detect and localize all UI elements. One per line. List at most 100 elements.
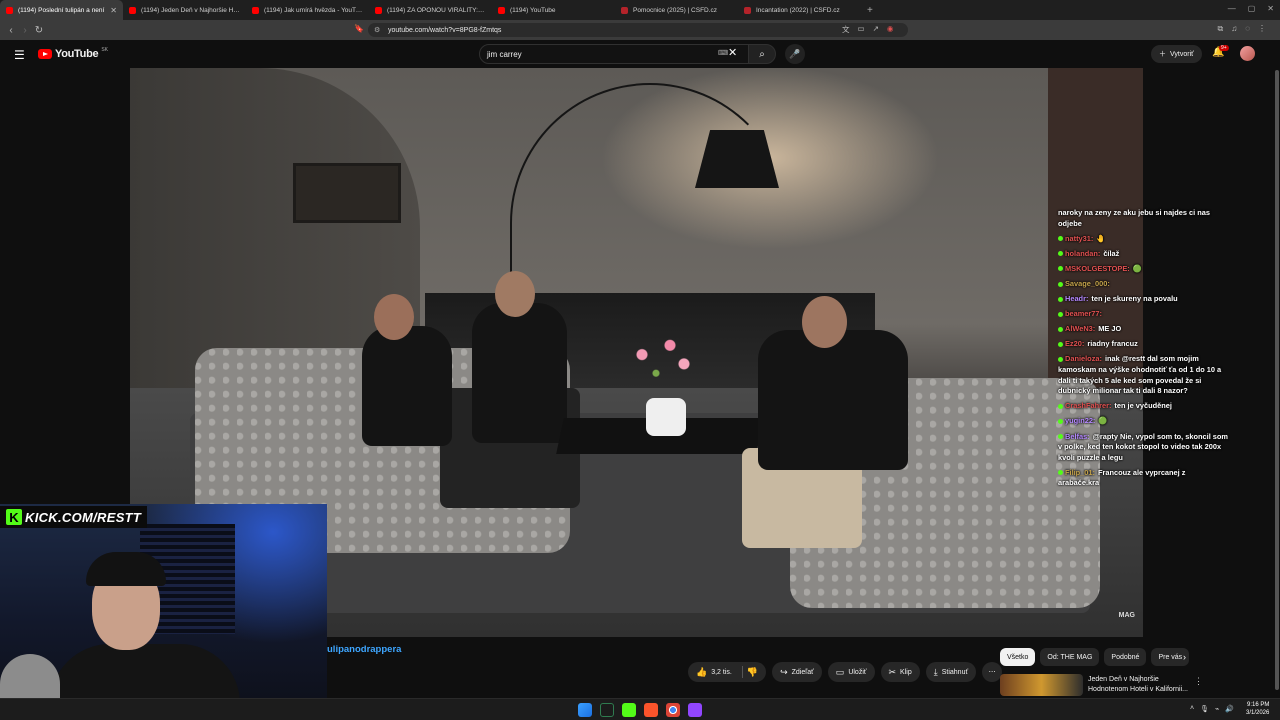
- search-button[interactable]: ⌕: [748, 44, 776, 64]
- volume-icon[interactable]: 🔊: [1225, 705, 1234, 713]
- minimize-icon[interactable]: —: [1228, 4, 1236, 13]
- close-tab-icon[interactable]: ✕: [110, 6, 117, 15]
- browser-tab[interactable]: Pomocnice (2025) | ČSFD.cz: [615, 0, 738, 20]
- search-input[interactable]: jim carrey: [479, 44, 749, 64]
- video-scene-host: [758, 330, 908, 470]
- stream-chat-overlay: naroky na zeny ze aku jebu si najdes ci …: [1058, 208, 1228, 493]
- back-icon[interactable]: ‹: [4, 25, 18, 36]
- chat-message: MSKOLGESTOPE: 🟢: [1058, 264, 1228, 275]
- plus-icon: ＋: [1159, 51, 1166, 58]
- windows-start-icon[interactable]: [578, 703, 592, 717]
- filter-chip[interactable]: Podobné: [1104, 648, 1147, 666]
- windows-taskbar: ˄ 🎙 ⌁ 🔊 9:16 PM 3/1/2026: [0, 698, 1280, 720]
- profile-icon[interactable]: ◌: [1245, 24, 1250, 34]
- chat-username: beamer77:: [1065, 309, 1102, 319]
- chat-username: yugin22:: [1065, 416, 1096, 426]
- chat-badge-icon: [1058, 281, 1063, 287]
- new-tab-icon[interactable]: +: [867, 5, 873, 16]
- share-page-icon[interactable]: ↗: [873, 24, 879, 35]
- chat-badge-icon: [1058, 251, 1063, 257]
- browser-tab[interactable]: (1194) Jeden Deň v Najhoršie Hodnot: [123, 0, 246, 20]
- brave-browser-icon[interactable]: [644, 703, 658, 717]
- clear-search-icon[interactable]: ✕: [728, 46, 737, 59]
- like-button[interactable]: 👍 3,2 tis. 👎: [688, 662, 767, 682]
- download-button[interactable]: ⤓ Stiahnuť: [925, 662, 977, 682]
- tab-title: (1194) Jeden Deň v Najhoršie Hodnot: [141, 6, 240, 14]
- browser-tab[interactable]: (1194) YouTube: [492, 0, 615, 20]
- browser-tab[interactable]: (1194) ZA OPONOU VIRALITY: MEJŠ: [369, 0, 492, 20]
- browser-tab[interactable]: (1194) Jak umírá hvězda - YouTube: [246, 0, 369, 20]
- keyboard-icon[interactable]: ⌨: [718, 49, 728, 57]
- extension-icon[interactable]: ◉: [887, 24, 894, 35]
- mic-icon: 🎤: [789, 48, 801, 59]
- twitch-icon[interactable]: [688, 703, 702, 717]
- maximize-icon[interactable]: ▢: [1248, 4, 1256, 13]
- chat-message: Savage_000:: [1058, 279, 1228, 290]
- kick-logo-icon: K: [6, 509, 22, 525]
- chevron-right-icon[interactable]: ›: [1183, 652, 1186, 662]
- excel-icon[interactable]: [600, 703, 614, 717]
- youtube-favicon-icon: [252, 6, 259, 14]
- browser-tab[interactable]: (1194) Poslední tulipán a není ✕: [0, 0, 123, 20]
- chat-badge-icon: [1058, 470, 1063, 476]
- youtube-play-icon: [38, 49, 52, 59]
- chat-username: Filip_01:: [1065, 467, 1095, 477]
- page-scrollbar-thumb[interactable]: [1275, 70, 1279, 690]
- reload-icon[interactable]: ↻: [32, 25, 46, 36]
- chat-username: CrashFahrer:: [1065, 401, 1112, 411]
- taskbar-clock[interactable]: 9:16 PM 3/1/2026: [1246, 701, 1269, 717]
- tray-chevron-icon[interactable]: ˄: [1190, 705, 1194, 713]
- mic-tray-icon[interactable]: 🎙: [1200, 705, 1209, 713]
- chat-username: Savage_000:: [1065, 278, 1110, 288]
- create-button[interactable]: ＋ Vytvoriť: [1151, 45, 1202, 63]
- chrome-icon[interactable]: [666, 703, 680, 717]
- recommended-more-icon[interactable]: ⋮: [1194, 676, 1203, 687]
- hamburger-menu-icon[interactable]: ☰: [14, 48, 25, 62]
- media-icon[interactable]: ♫: [1231, 24, 1237, 34]
- address-bar[interactable]: ⚙ youtube.com/watch?v=8PG8-fZmtqs: [368, 23, 908, 37]
- filter-chip[interactable]: Všetko: [1000, 648, 1036, 666]
- close-window-icon[interactable]: ✕: [1267, 4, 1274, 13]
- chat-badge-icon: [1058, 311, 1063, 317]
- cast-icon[interactable]: ▭: [858, 24, 865, 35]
- voice-search-button[interactable]: 🎤: [785, 44, 805, 64]
- browser-tab[interactable]: Incantation (2022) | ČSFD.cz: [738, 0, 861, 20]
- browser-tab-strip: (1194) Poslední tulipán a není ✕ (1194) Je…: [0, 0, 1280, 20]
- translate-icon[interactable]: 文: [842, 24, 850, 35]
- channel-name-link[interactable]: ulipanodrappera: [327, 644, 401, 655]
- filter-chip[interactable]: Od: THE MAG: [1040, 648, 1100, 666]
- recommended-thumbnail[interactable]: [1000, 674, 1083, 696]
- recommended-title[interactable]: Jeden Deň v Najhoršie Hodnotenom Hoteli …: [1088, 675, 1190, 695]
- chat-text: 🟢: [1098, 416, 1108, 426]
- clip-button[interactable]: ✂ Klip: [880, 662, 920, 682]
- green-app-icon[interactable]: [622, 703, 636, 717]
- chat-text: čílaž: [1103, 248, 1120, 258]
- browser-menu-icon[interactable]: ⋮: [1258, 24, 1266, 34]
- network-icon[interactable]: ⌁: [1215, 705, 1219, 713]
- share-button[interactable]: ↪ Zdieľať: [772, 662, 822, 682]
- chat-text: 🤚: [1096, 233, 1106, 243]
- chat-message: natty31: 🤚: [1058, 234, 1228, 245]
- chat-message: holandan: čílaž: [1058, 249, 1228, 260]
- youtube-logo[interactable]: YouTube SK: [38, 47, 108, 60]
- notifications-badge: 9+: [1219, 45, 1229, 51]
- forward-icon[interactable]: ›: [18, 25, 32, 36]
- save-button[interactable]: ▭ Uložiť: [827, 662, 875, 682]
- chat-badge-icon: [1058, 296, 1063, 302]
- chat-username: Danieloza:: [1065, 354, 1102, 364]
- bookmark-icon[interactable]: 🔖: [354, 24, 364, 33]
- chat-badge-icon: [1058, 326, 1063, 332]
- chat-badge-icon: [1058, 356, 1063, 362]
- account-avatar[interactable]: [1240, 46, 1255, 61]
- chat-message: Ez20: riadny francuz: [1058, 339, 1228, 350]
- recommended-video[interactable]: Jeden Deň v Najhoršie Hodnotenom Hoteli …: [1000, 674, 1203, 698]
- tab-title: Pomocnice (2025) | ČSFD.cz: [633, 6, 718, 14]
- thumbs-down-icon[interactable]: 👎: [747, 667, 758, 678]
- related-filter-chips: Všetko Od: THE MAG Podobné Pre vás: [1000, 648, 1190, 666]
- site-info-icon[interactable]: ⚙: [374, 26, 380, 34]
- chat-username: Belfas:: [1065, 431, 1090, 441]
- chat-username: natty31:: [1065, 233, 1094, 243]
- url-text: youtube.com/watch?v=8PG8-fZmtqs: [388, 26, 502, 34]
- csfd-favicon-icon: [744, 6, 751, 14]
- extensions-icon[interactable]: ⧉: [1218, 24, 1224, 34]
